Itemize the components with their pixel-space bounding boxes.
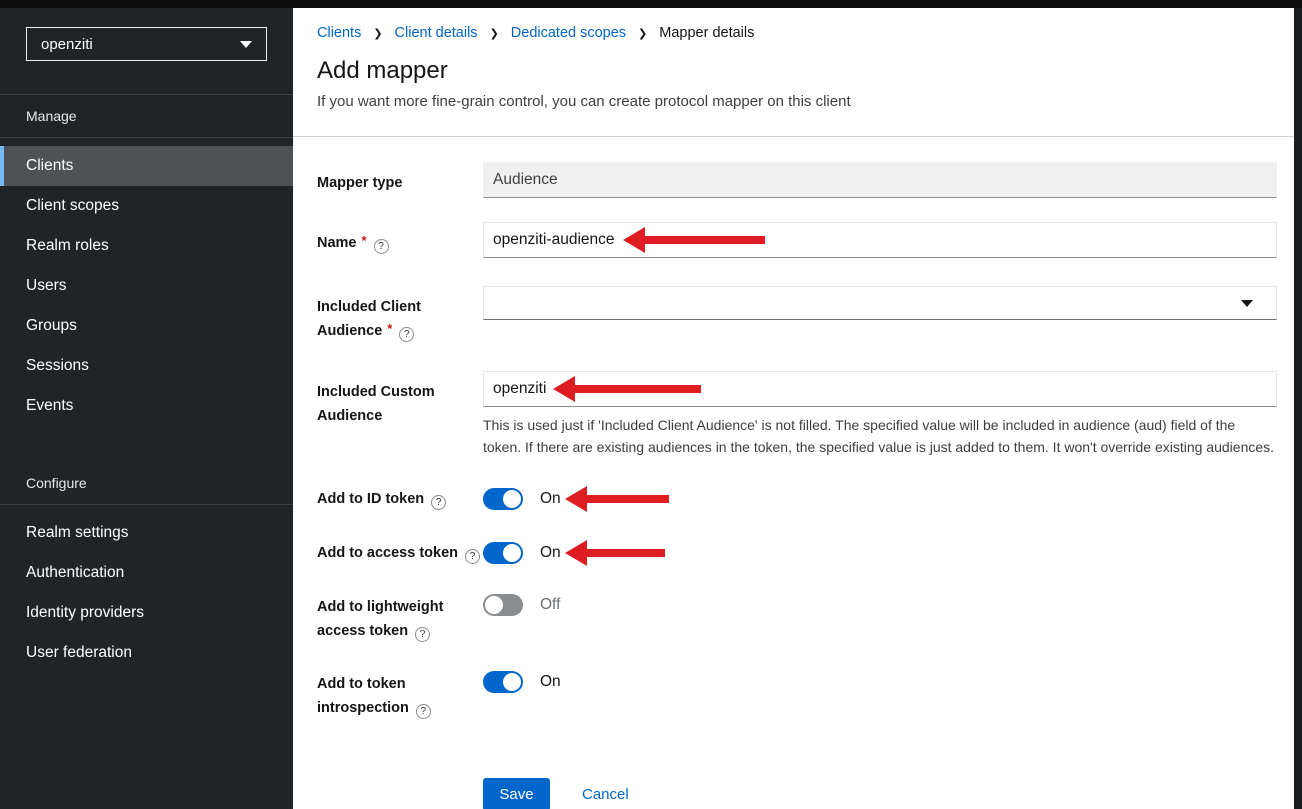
arrow-head-icon — [565, 486, 587, 512]
add-to-id-token-label: Add to ID token — [317, 486, 483, 512]
keycloak-admin-console: openziti Manage Clients Client scopes Re… — [0, 0, 1302, 809]
realm-selector-section: openziti — [0, 8, 293, 95]
toggle-state-label: On — [540, 544, 561, 562]
included-client-audience-select[interactable] — [483, 286, 1277, 320]
breadcrumb-current-mapper-details: Mapper details — [659, 25, 754, 41]
mapper-type-row: Mapper type — [317, 162, 1277, 198]
name-row: Name* — [317, 222, 1277, 258]
nav-section-configure: Configure — [0, 462, 293, 505]
help-question-icon[interactable] — [399, 327, 414, 342]
realm-selector-dropdown[interactable]: openziti — [26, 27, 267, 61]
breadcrumb-separator-icon — [490, 27, 499, 40]
sidebar-item-realm-roles[interactable]: Realm roles — [0, 226, 293, 266]
add-to-id-token-toggle[interactable] — [483, 488, 523, 510]
help-question-icon[interactable] — [374, 239, 389, 254]
help-question-icon[interactable] — [415, 627, 430, 642]
realm-name: openziti — [41, 36, 93, 53]
included-custom-audience-help-text: This is used just if 'Included Client Au… — [483, 415, 1277, 458]
add-mapper-form: Mapper type Name* — [293, 137, 1294, 809]
configure-nav-list: Realm settings Authentication Identity p… — [0, 505, 293, 673]
sidebar-item-realm-settings[interactable]: Realm settings — [0, 513, 293, 553]
sidebar-item-sessions[interactable]: Sessions — [0, 346, 293, 386]
add-to-lightweight-access-token-label: Add to lightweight access token — [317, 594, 483, 643]
sidebar-item-users[interactable]: Users — [0, 266, 293, 306]
breadcrumb-separator-icon — [638, 27, 647, 40]
add-to-lightweight-access-token-toggle[interactable] — [483, 594, 523, 616]
add-to-access-token-toggle[interactable] — [483, 542, 523, 564]
toggle-state-label: Off — [540, 596, 560, 614]
name-label: Name* — [317, 222, 483, 258]
mapper-type-input — [483, 162, 1277, 198]
chevron-down-icon — [240, 41, 252, 48]
sidebar-item-clients[interactable]: Clients — [0, 146, 293, 186]
add-to-token-introspection-label: Add to token introspection — [317, 671, 483, 720]
sidebar-item-events[interactable]: Events — [0, 386, 293, 426]
form-actions: Save Cancel — [483, 778, 1277, 809]
toggle-state-label: On — [540, 673, 561, 691]
included-client-audience-label: Included Client Audience* — [317, 286, 483, 343]
add-to-token-introspection-row: Add to token introspection On — [317, 671, 1277, 720]
arrow-head-icon — [565, 540, 587, 566]
mapper-type-label: Mapper type — [317, 162, 483, 198]
included-client-audience-row: Included Client Audience* — [317, 286, 1277, 343]
add-to-token-introspection-toggle[interactable] — [483, 671, 523, 693]
manage-nav-list: Clients Client scopes Realm roles Users … — [0, 138, 293, 426]
included-custom-audience-row: Included Custom Audience This is used ju… — [317, 371, 1277, 458]
page-subtitle: If you want more fine-grain control, you… — [317, 93, 1270, 110]
sidebar-item-user-federation[interactable]: User federation — [0, 633, 293, 673]
included-custom-audience-label: Included Custom Audience — [317, 371, 483, 458]
cancel-button[interactable]: Cancel — [582, 786, 629, 803]
breadcrumb-dedicated-scopes-link[interactable]: Dedicated scopes — [511, 25, 626, 41]
name-input[interactable] — [483, 222, 1277, 258]
add-to-lightweight-access-token-row: Add to lightweight access token Off — [317, 594, 1277, 643]
annotation-arrow-access-token — [565, 540, 665, 566]
add-to-id-token-row: Add to ID token On — [317, 486, 1277, 512]
help-question-icon[interactable] — [465, 549, 480, 564]
chevron-down-icon — [1241, 300, 1253, 307]
annotation-arrow-id-token — [565, 486, 669, 512]
breadcrumb: Clients Client details Dedicated scopes … — [317, 25, 1270, 41]
add-to-access-token-label: Add to access token — [317, 540, 483, 566]
breadcrumb-clients-link[interactable]: Clients — [317, 25, 361, 41]
scrollbar[interactable] — [1294, 8, 1302, 809]
sidebar-item-identity-providers[interactable]: Identity providers — [0, 593, 293, 633]
page-title: Add mapper — [317, 57, 1270, 85]
masthead-bar — [0, 0, 1302, 8]
content-area: Clients Client details Dedicated scopes … — [293, 8, 1294, 809]
sidebar-item-client-scopes[interactable]: Client scopes — [0, 186, 293, 226]
included-custom-audience-input[interactable] — [483, 371, 1277, 407]
required-asterisk: * — [362, 233, 367, 248]
breadcrumb-client-details-link[interactable]: Client details — [395, 25, 478, 41]
toggle-state-label: On — [540, 490, 561, 508]
add-to-access-token-row: Add to access token On — [317, 540, 1277, 566]
page-header: Clients Client details Dedicated scopes … — [293, 8, 1294, 137]
sidebar: openziti Manage Clients Client scopes Re… — [0, 8, 293, 809]
help-question-icon[interactable] — [416, 704, 431, 719]
breadcrumb-separator-icon — [373, 27, 382, 40]
sidebar-item-groups[interactable]: Groups — [0, 306, 293, 346]
help-question-icon[interactable] — [431, 495, 446, 510]
save-button[interactable]: Save — [483, 778, 550, 809]
sidebar-item-authentication[interactable]: Authentication — [0, 553, 293, 593]
required-asterisk: * — [387, 321, 392, 336]
nav-section-manage: Manage — [0, 95, 293, 138]
main-layout: openziti Manage Clients Client scopes Re… — [0, 8, 1302, 809]
